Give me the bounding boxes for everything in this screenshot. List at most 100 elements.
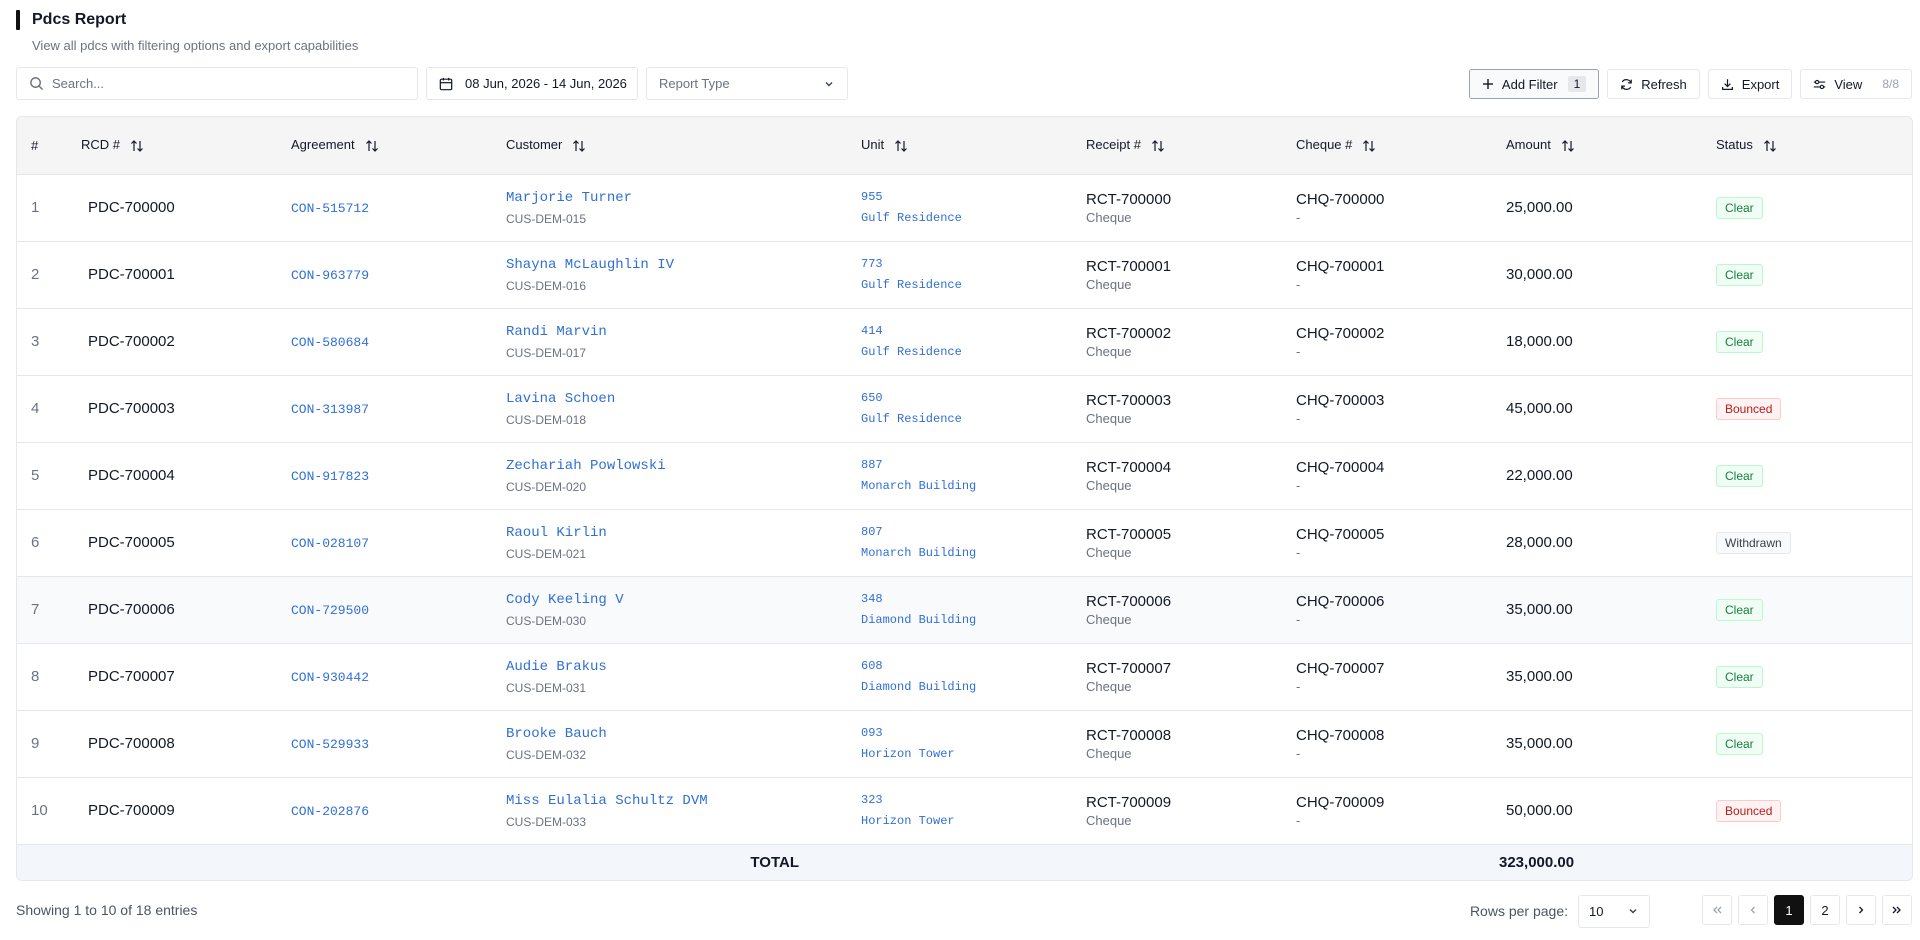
prev-page-button[interactable] <box>1738 895 1768 925</box>
table-row[interactable]: 7 PDC-700006 CON-729500 Cody Keeling V CUS-D… <box>17 576 1912 643</box>
table-row[interactable]: 5 PDC-700004 CON-917823 Zechariah Powlowski… <box>17 442 1912 509</box>
sort-icon[interactable] <box>365 139 379 153</box>
table-row[interactable]: 2 PDC-700001 CON-963779 Shayna McLaughlin I… <box>17 241 1912 308</box>
add-filter-button[interactable]: Add Filter 1 <box>1468 69 1600 99</box>
customer-name-link[interactable]: Shayna McLaughlin IV <box>506 257 847 273</box>
agreement-link[interactable]: CON-963779 <box>291 268 369 283</box>
column-header-status[interactable]: Status <box>1702 117 1912 175</box>
refresh-button[interactable]: Refresh <box>1607 69 1700 99</box>
cheque-detail: - <box>1296 477 1301 493</box>
status-badge: Withdrawn <box>1716 531 1791 554</box>
customer-name-link[interactable]: Lavina Schoen <box>506 391 847 407</box>
agreement-link[interactable]: CON-515712 <box>291 201 369 216</box>
customer-name-link[interactable]: Audie Brakus <box>506 659 847 675</box>
column-header-cheque[interactable]: Cheque # <box>1282 117 1492 175</box>
sort-icon[interactable] <box>1362 139 1376 153</box>
rows-per-page-select[interactable]: 10 <box>1578 894 1650 928</box>
customer-name-link[interactable]: Raoul Kirlin <box>506 525 847 541</box>
agreement-link[interactable]: CON-930442 <box>291 670 369 685</box>
table-row[interactable]: 1 PDC-700000 CON-515712 Marjorie Turner CUS-… <box>17 174 1912 241</box>
agreement-link[interactable]: CON-529933 <box>291 737 369 752</box>
unit-number-link[interactable]: 348 <box>861 592 1072 606</box>
date-range-label: 08 Jun, 2026 - 14 Jun, 2026 <box>465 76 627 91</box>
receipt-number: RCT-700005 <box>1086 525 1172 543</box>
agreement-link[interactable]: CON-917823 <box>291 469 369 484</box>
view-button[interactable]: View 8/8 <box>1800 69 1912 99</box>
unit-number-link[interactable]: 807 <box>861 525 1072 539</box>
column-header-amount[interactable]: Amount <box>1492 117 1702 175</box>
status-badge: Clear <box>1716 665 1763 688</box>
customer-name-link[interactable]: Miss Eulalia Schultz DVM <box>506 793 847 809</box>
unit-number-link[interactable]: 773 <box>861 257 1072 271</box>
agreement-link[interactable]: CON-202876 <box>291 804 369 819</box>
amount: 18,000.00 <box>1506 333 1573 350</box>
sort-icon[interactable] <box>572 139 586 153</box>
column-header-agreement[interactable]: Agreement <box>277 117 492 175</box>
table-row[interactable]: 8 PDC-700007 CON-930442 Audie Brakus CUS-DEM… <box>17 643 1912 710</box>
agreement-link[interactable]: CON-580684 <box>291 335 369 350</box>
unit-building-link[interactable]: Gulf Residence <box>861 345 1072 359</box>
search-input[interactable] <box>52 76 392 91</box>
sort-icon[interactable] <box>130 139 144 153</box>
unit-building-link[interactable]: Diamond Building <box>861 613 1072 627</box>
unit-building-link[interactable]: Monarch Building <box>861 479 1072 493</box>
customer-name-link[interactable]: Brooke Bauch <box>506 726 847 742</box>
sort-icon[interactable] <box>1151 139 1165 153</box>
report-type-select[interactable]: Report Type <box>646 67 848 100</box>
column-header-customer[interactable]: Customer <box>492 117 847 175</box>
column-header-unit[interactable]: Unit <box>847 117 1072 175</box>
customer-name-link[interactable]: Marjorie Turner <box>506 190 847 206</box>
cheque-number: CHQ-700005 <box>1296 525 1385 543</box>
unit-number-link[interactable]: 414 <box>861 324 1072 338</box>
customer-name-link[interactable]: Zechariah Powlowski <box>506 458 847 474</box>
table-row[interactable]: 9 PDC-700008 CON-529933 Brooke Bauch CUS-DEM… <box>17 710 1912 777</box>
unit-building-link[interactable]: Horizon Tower <box>861 814 1072 828</box>
table-row[interactable]: 4 PDC-700003 CON-313987 Lavina Schoen CUS-DE… <box>17 375 1912 442</box>
unit-number-link[interactable]: 323 <box>861 793 1072 807</box>
page-button-1[interactable]: 1 <box>1774 895 1804 925</box>
unit-building-link[interactable]: Gulf Residence <box>861 412 1072 426</box>
sort-icon[interactable] <box>894 139 908 153</box>
search-icon <box>30 77 43 90</box>
unit-building-link[interactable]: Horizon Tower <box>861 747 1072 761</box>
cheque-number: CHQ-700003 <box>1296 391 1385 409</box>
sort-icon[interactable] <box>1561 139 1575 153</box>
column-header-receipt[interactable]: Receipt # <box>1072 117 1282 175</box>
date-range-picker[interactable]: 08 Jun, 2026 - 14 Jun, 2026 <box>426 67 638 100</box>
last-page-button[interactable] <box>1882 895 1912 925</box>
chevrons-left-icon <box>1713 906 1722 914</box>
unit-building-link[interactable]: Gulf Residence <box>861 278 1072 292</box>
column-header-rcd[interactable]: RCD # <box>67 117 277 175</box>
unit-number-link[interactable]: 650 <box>861 391 1072 405</box>
next-page-button[interactable] <box>1846 895 1876 925</box>
first-page-button[interactable] <box>1702 895 1732 925</box>
agreement-link[interactable]: CON-313987 <box>291 402 369 417</box>
agreement-link[interactable]: CON-028107 <box>291 536 369 551</box>
unit-number-link[interactable]: 608 <box>861 659 1072 673</box>
rows-per-page-value: 10 <box>1589 903 1604 919</box>
table-row[interactable]: 6 PDC-700005 CON-028107 Raoul Kirlin CUS-DEM… <box>17 509 1912 576</box>
customer-name-link[interactable]: Randi Marvin <box>506 324 847 340</box>
search-box[interactable] <box>16 67 418 100</box>
unit-number-link[interactable]: 955 <box>861 190 1072 204</box>
unit-building-link[interactable]: Gulf Residence <box>861 211 1072 225</box>
customer-name-link[interactable]: Cody Keeling V <box>506 592 847 608</box>
page-button-2[interactable]: 2 <box>1810 895 1840 925</box>
agreement-link[interactable]: CON-729500 <box>291 603 369 618</box>
entries-summary: Showing 1 to 10 of 18 entries <box>16 902 198 918</box>
sort-icon[interactable] <box>1763 139 1777 153</box>
row-number: 2 <box>31 266 40 283</box>
cheque-number: CHQ-700002 <box>1296 324 1385 342</box>
unit-building-link[interactable]: Diamond Building <box>861 680 1072 694</box>
unit-building-link[interactable]: Monarch Building <box>861 546 1072 560</box>
table-row[interactable]: 10 PDC-700009 CON-202876 Miss Eulalia Schul… <box>17 777 1912 844</box>
refresh-label: Refresh <box>1641 76 1687 92</box>
unit-number-link[interactable]: 887 <box>861 458 1072 472</box>
cheque-detail: - <box>1296 678 1301 694</box>
sliders-icon <box>1814 79 1826 89</box>
chevron-right-icon <box>1859 906 1864 914</box>
export-button[interactable]: Export <box>1707 69 1793 99</box>
unit-number-link[interactable]: 093 <box>861 726 1072 740</box>
table-row[interactable]: 3 PDC-700002 CON-580684 Randi Marvin CUS-DEM… <box>17 308 1912 375</box>
cheque-detail: - <box>1296 276 1301 292</box>
